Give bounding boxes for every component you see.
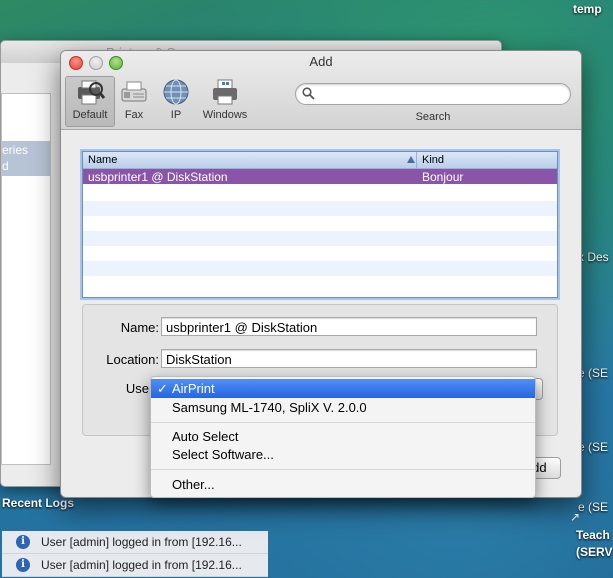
menu-item-select-software[interactable]: Select Software...: [151, 445, 535, 464]
toolbar-fax-button[interactable]: Fax: [117, 77, 151, 125]
ip-globe-icon: [163, 79, 189, 105]
log-row-text: User [admin] logged in from [192.16...: [41, 558, 242, 572]
toolbar-ip-button[interactable]: IP: [159, 77, 193, 125]
location-label: Location:: [106, 352, 159, 367]
menu-item-label: AirPrint: [172, 381, 215, 396]
log-row[interactable]: i User [admin] logged in from [192.16...: [2, 554, 268, 577]
printer-row-kind: Bonjour: [422, 170, 464, 184]
empty-row: [83, 201, 557, 216]
log-row-text: User [admin] logged in from [192.16...: [41, 535, 242, 549]
printers-sidebar-selected-item[interactable]: eries d: [2, 141, 50, 176]
recent-logs-panel: Recent Logs i User [admin] logged in fro…: [0, 488, 272, 578]
recent-logs-title: Recent Logs: [2, 496, 75, 510]
sort-ascending-icon: [407, 156, 415, 163]
windows-printer-icon: [213, 79, 237, 105]
log-row[interactable]: i User [admin] logged in from [192.16...: [2, 531, 268, 554]
search-input[interactable]: [295, 83, 571, 105]
name-label: Name:: [120, 320, 159, 335]
toolbar-windows-button[interactable]: Windows: [199, 77, 251, 125]
printers-sidebar-list[interactable]: eries d: [1, 93, 51, 465]
desktop-icon-label[interactable]: Teach: [576, 528, 610, 542]
use-label: Use: [125, 381, 149, 396]
window-title: Add: [309, 54, 333, 69]
menu-item-label: Samsung ML-1740, SpliX V. 2.0.0: [172, 400, 367, 415]
toolbar-ip-label: IP: [170, 109, 182, 121]
column-header-kind[interactable]: Kind: [422, 154, 444, 166]
desktop-edge-label: x Des: [578, 250, 609, 264]
sidebar-item-label: eries: [2, 143, 29, 157]
printer-search-icon: [78, 80, 106, 105]
alias-arrow-icon: ↗: [570, 510, 581, 524]
menu-item-auto-select[interactable]: Auto Select: [151, 427, 535, 446]
info-icon: i: [16, 535, 30, 549]
search-label: Search: [415, 111, 451, 123]
menu-item-airprint[interactable]: ✓ AirPrint: [151, 379, 535, 398]
add-window-toolbar: Add Default Fax IP Windows Search: [61, 51, 581, 130]
fax-icon: [121, 81, 147, 102]
desktop-icon-label[interactable]: (SERV: [576, 545, 612, 559]
checkmark-icon: ✓: [157, 381, 168, 396]
menu-item-label: Select Software...: [172, 447, 274, 462]
toolbar-windows-label: Windows: [202, 109, 248, 121]
printer-row[interactable]: usbprinter1 @ DiskStation Bonjour: [83, 169, 557, 184]
column-separator: [416, 152, 417, 168]
printer-list-header: Name Kind: [83, 152, 557, 169]
sidebar-item-label: d: [2, 159, 9, 173]
menu-separator: [151, 469, 535, 470]
name-field[interactable]: usbprinter1 @ DiskStation: [161, 317, 537, 336]
desktop-volume-label-temp[interactable]: temp: [573, 2, 602, 16]
empty-row: [83, 231, 557, 246]
desktop-edge-label: e (SE: [578, 366, 609, 380]
desktop-edge-label: e (SE: [578, 440, 609, 454]
toolbar-default-label: Default: [72, 109, 108, 121]
column-header-name[interactable]: Name: [88, 154, 117, 166]
menu-item-samsung-driver[interactable]: Samsung ML-1740, SpliX V. 2.0.0: [151, 398, 535, 417]
menu-item-label: Other...: [172, 477, 215, 492]
printer-list[interactable]: Name Kind usbprinter1 @ DiskStation Bonj…: [82, 151, 558, 298]
desktop-edge-label: e (SE: [578, 500, 609, 514]
menu-separator: [151, 422, 535, 423]
search-icon: [302, 87, 315, 100]
printer-row-name: usbprinter1 @ DiskStation: [88, 170, 228, 184]
menu-item-other[interactable]: Other...: [151, 475, 535, 494]
location-field[interactable]: DiskStation: [161, 349, 537, 368]
toolbar-default-button[interactable]: Default: [65, 76, 115, 127]
use-driver-menu[interactable]: ✓ AirPrint Samsung ML-1740, SpliX V. 2.0…: [150, 376, 536, 498]
menu-item-label: Auto Select: [172, 429, 239, 444]
info-icon: i: [16, 558, 30, 572]
empty-row: [83, 261, 557, 276]
toolbar-fax-label: Fax: [124, 109, 144, 121]
